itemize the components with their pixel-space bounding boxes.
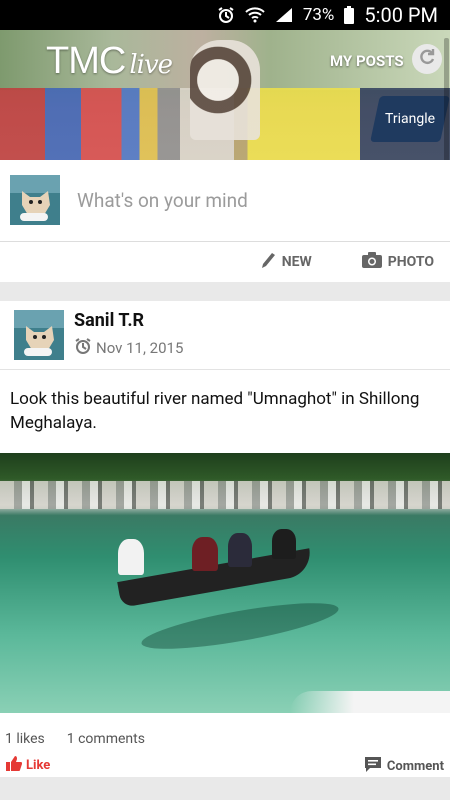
comment-icon bbox=[364, 756, 382, 776]
post-stats: 1 likes 1 comments bbox=[5, 731, 145, 747]
camera-icon bbox=[361, 252, 382, 272]
composer-actions: NEW PHOTO bbox=[0, 242, 450, 282]
alarm-icon bbox=[217, 6, 235, 24]
photo-passenger bbox=[192, 537, 218, 571]
banner-tag: Triangle bbox=[370, 96, 450, 142]
battery-icon bbox=[344, 6, 355, 24]
comment-label: Comment bbox=[386, 758, 444, 774]
banner-figure bbox=[190, 40, 260, 140]
photo-passenger bbox=[228, 533, 252, 567]
refresh-button[interactable] bbox=[412, 44, 442, 74]
divider bbox=[0, 369, 450, 370]
post-date-text: Nov 11, 2015 bbox=[96, 339, 184, 357]
battery-percent: 73% bbox=[302, 5, 335, 25]
clock-icon bbox=[74, 337, 92, 359]
comments-count[interactable]: 1 comments bbox=[67, 731, 145, 747]
photo-bank bbox=[290, 691, 450, 713]
composer: What's on your mind NEW PHOTO bbox=[0, 160, 450, 282]
logo-sub: live bbox=[129, 50, 173, 80]
refresh-icon bbox=[417, 47, 437, 71]
pencil-icon bbox=[260, 251, 276, 273]
add-photo-button[interactable]: PHOTO bbox=[361, 252, 434, 272]
status-input[interactable]: What's on your mind bbox=[77, 189, 248, 212]
photo-passenger bbox=[272, 529, 296, 559]
banner-tag-label: Triangle bbox=[384, 111, 436, 127]
likes-count[interactable]: 1 likes bbox=[5, 731, 45, 747]
scrollbar[interactable] bbox=[444, 38, 449, 178]
photo-rocks bbox=[0, 481, 450, 509]
thumbs-up-icon bbox=[6, 756, 22, 775]
status-bar: 73% 5:00 PM bbox=[0, 0, 450, 30]
signal-icon bbox=[275, 7, 293, 23]
post-photo[interactable] bbox=[0, 453, 450, 713]
my-posts-button[interactable]: MY POSTS bbox=[330, 52, 404, 70]
post-text: Look this beautiful river named "Umnagho… bbox=[10, 389, 420, 433]
avatar[interactable] bbox=[10, 175, 60, 225]
feed-background bbox=[0, 777, 450, 800]
new-post-button[interactable]: NEW bbox=[260, 251, 312, 273]
post-author[interactable]: Sanil T.R bbox=[74, 310, 144, 331]
clock-time: 5:00 PM bbox=[364, 3, 438, 27]
like-button[interactable]: Like bbox=[6, 756, 50, 775]
photo-label: PHOTO bbox=[387, 254, 434, 270]
wifi-icon bbox=[245, 7, 265, 23]
photo-boatman bbox=[118, 539, 144, 575]
logo-main: TMC bbox=[46, 40, 126, 82]
comment-button[interactable]: Comment bbox=[364, 756, 444, 776]
like-label: Like bbox=[26, 758, 51, 773]
photo-boat-shadow bbox=[138, 593, 342, 659]
post-card: Sanil T.R Nov 11, 2015 Look this beautif… bbox=[0, 301, 450, 777]
new-label: NEW bbox=[281, 254, 312, 270]
post-date: Nov 11, 2015 bbox=[74, 337, 183, 359]
header-banner: TMC live MY POSTS Triangle bbox=[0, 30, 450, 160]
avatar[interactable] bbox=[14, 310, 64, 360]
app-logo: TMC live bbox=[46, 40, 173, 83]
